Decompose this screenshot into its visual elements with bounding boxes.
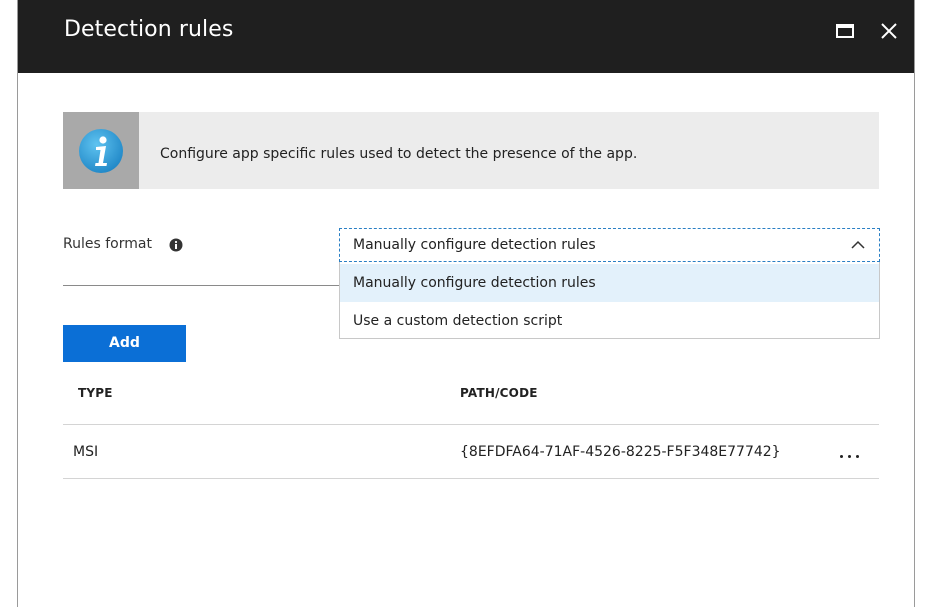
chevron-up-icon bbox=[851, 240, 865, 249]
close-icon bbox=[881, 23, 897, 39]
info-banner: Configure app specific rules used to det… bbox=[63, 112, 879, 189]
title-bar: Detection rules bbox=[18, 0, 914, 73]
info-icon-container bbox=[63, 112, 139, 189]
column-header-path: PATH/CODE bbox=[460, 386, 538, 400]
maximize-icon bbox=[836, 24, 854, 38]
rules-format-dropdown[interactable]: Manually configure detection rules bbox=[339, 228, 880, 262]
rules-format-divider bbox=[63, 285, 340, 286]
maximize-button[interactable] bbox=[832, 18, 858, 44]
detection-rules-panel: Detection rules Configure app specific r… bbox=[17, 0, 915, 607]
table-row-divider bbox=[63, 478, 879, 479]
left-margin bbox=[0, 0, 17, 607]
info-banner-text: Configure app specific rules used to det… bbox=[160, 146, 638, 162]
close-button[interactable] bbox=[876, 18, 902, 44]
column-header-type: TYPE bbox=[78, 386, 113, 400]
add-button[interactable]: Add bbox=[63, 325, 186, 362]
panel-title: Detection rules bbox=[64, 17, 234, 42]
option-custom-script[interactable]: Use a custom detection script bbox=[340, 302, 879, 340]
option-manually-configure[interactable]: Manually configure detection rules bbox=[340, 264, 879, 302]
ellipsis-icon[interactable] bbox=[836, 442, 866, 462]
row-path-cell: {8EFDFA64-71AF-4526-8225-F5F348E77742} bbox=[460, 444, 781, 460]
rules-format-label: Rules format bbox=[63, 236, 152, 252]
table-header-divider bbox=[63, 424, 879, 425]
dropdown-selected-value: Manually configure detection rules bbox=[353, 237, 596, 253]
rules-format-options: Manually configure detection rules Use a… bbox=[339, 262, 880, 339]
info-icon bbox=[79, 129, 123, 173]
row-type-cell: MSI bbox=[73, 444, 99, 460]
info-circle-icon[interactable] bbox=[169, 238, 183, 252]
